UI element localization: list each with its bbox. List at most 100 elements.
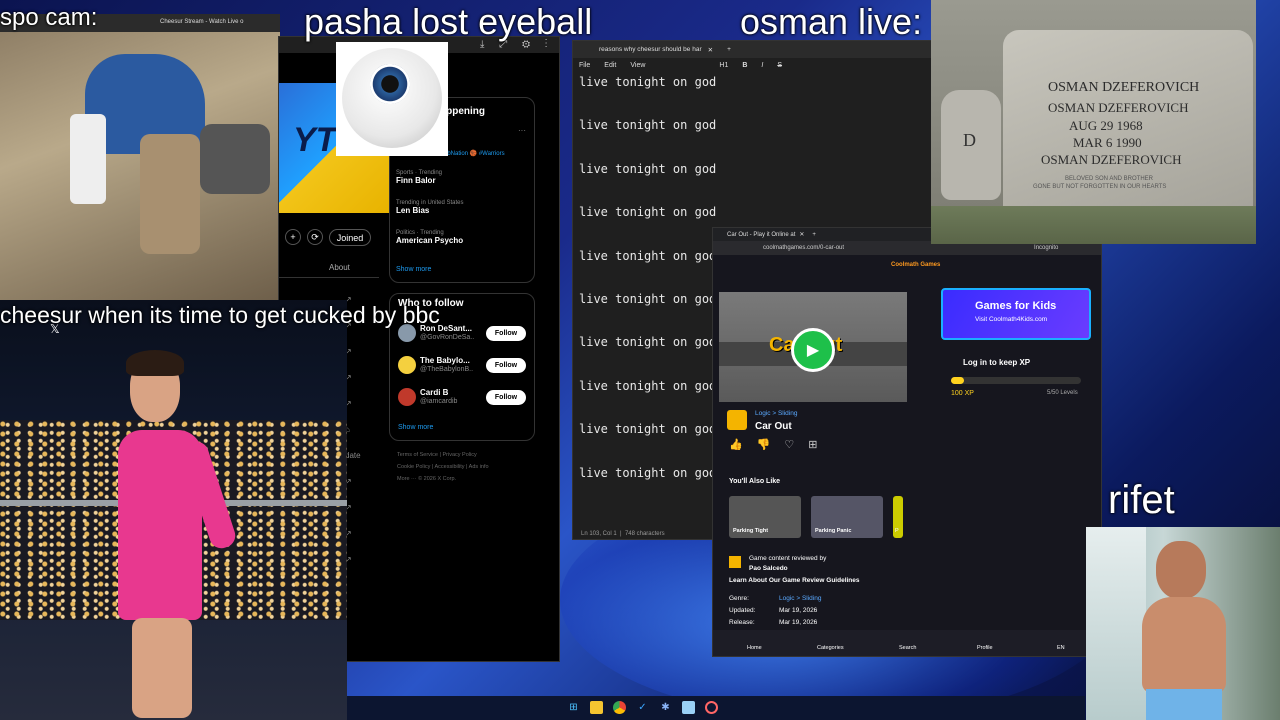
spo-cam-label: spo cam:	[0, 4, 98, 31]
close-icon[interactable]: ✕	[799, 231, 804, 238]
doc-line[interactable]: live tonight on god	[579, 422, 716, 436]
chrome-icon[interactable]	[613, 701, 626, 714]
rating-icons[interactable]: 👍👎♡⊞	[729, 438, 831, 451]
follow-button[interactable]: Follow	[486, 358, 526, 373]
recording-icon[interactable]	[705, 701, 718, 714]
suggested-game-card[interactable]: P	[893, 496, 903, 538]
promo-subtitle: Visit Coolmath4Kids.com	[975, 316, 1048, 323]
play-button[interactable]: ▶	[791, 328, 835, 372]
person-legs	[132, 618, 192, 718]
doc-line[interactable]: live tonight on god	[579, 162, 716, 176]
new-tab-icon[interactable]: +	[727, 46, 731, 53]
nav-language[interactable]: EN	[1057, 645, 1065, 651]
person-torso	[1142, 597, 1226, 693]
footer-link[interactable]: Cookie Policy	[397, 464, 430, 470]
new-tab-icon[interactable]: +	[812, 232, 816, 238]
nav-search[interactable]: Search	[899, 645, 916, 651]
windows-start-icon[interactable]: ⊞	[567, 701, 580, 714]
url-text[interactable]: coolmathgames.com/0-car-out	[763, 245, 844, 251]
person-hair	[126, 350, 184, 376]
footer-copyright: © 2026 X Corp.	[418, 476, 457, 482]
osman-label: osman live:	[740, 1, 923, 42]
doc-line[interactable]: live tonight on god	[579, 292, 716, 306]
heading-dropdown[interactable]: H1	[719, 62, 728, 69]
footer-link[interactable]: More ···	[397, 476, 417, 482]
detail-value[interactable]: Logic > Sliding	[779, 595, 821, 602]
login-prompt[interactable]: Log in to keep XP	[963, 358, 1030, 367]
swim-shorts	[1146, 689, 1222, 720]
account-avatar[interactable]	[398, 388, 416, 406]
doc-line[interactable]: live tonight on god	[579, 466, 716, 480]
coolmath-tab[interactable]: Car Out - Play it Online at	[727, 232, 795, 238]
vscode-icon[interactable]: ✓	[636, 701, 649, 714]
rifet-photo	[1086, 527, 1280, 720]
steam-icon[interactable]: ✱	[659, 701, 672, 714]
x-footer: Terms of Service | Privacy Policy Cookie…	[397, 452, 489, 482]
doc-line[interactable]: live tonight on god	[579, 335, 716, 349]
trend-item[interactable]: Politics · Trending American Psycho	[396, 230, 526, 245]
review-guidelines-link[interactable]: Learn About Our Game Review Guidelines	[729, 577, 860, 584]
doc-line[interactable]: live tonight on god	[579, 249, 716, 263]
footer-link[interactable]: Ads info	[469, 464, 489, 470]
follow-button[interactable]: Follow	[486, 390, 526, 405]
account-name[interactable]: The Babylo...	[420, 356, 470, 365]
footer-link[interactable]: Terms of Service	[397, 452, 438, 458]
trend-item[interactable]: Sports · Trending Finn Balor	[396, 170, 526, 185]
review-line: Game content reviewed by	[749, 555, 827, 562]
rifet-label: rifet	[1108, 478, 1175, 522]
trend-name: Len Bias	[396, 206, 430, 215]
notifications-button[interactable]: ⟳	[307, 229, 323, 245]
suggested-game-label: Parking Panic	[815, 528, 852, 534]
suggested-game-card[interactable]: Parking Panic	[811, 496, 883, 538]
vase: D	[941, 90, 1001, 200]
footer-link[interactable]: Privacy Policy	[442, 452, 476, 458]
suggested-game-card[interactable]: Parking Tight	[729, 496, 801, 538]
account-name[interactable]: Cardi B	[420, 388, 448, 397]
game-preview[interactable]: Car Out ▶	[719, 292, 907, 402]
trend-item[interactable]: Trending in United States Len Bias	[396, 200, 526, 215]
vase-letter: D	[963, 130, 976, 150]
nav-profile[interactable]: Profile	[977, 645, 993, 651]
suggested-game-label: Parking Tight	[733, 528, 769, 534]
person-head	[1156, 541, 1206, 599]
close-icon[interactable]: ✕	[708, 46, 713, 54]
italic-button[interactable]: I	[761, 62, 763, 69]
show-more-trends[interactable]: Show more	[396, 266, 431, 273]
doc-line[interactable]: live tonight on god	[579, 379, 716, 393]
promo-banner[interactable]: Games for Kids Visit Coolmath4Kids.com	[941, 288, 1091, 340]
coolmath-logo[interactable]: Coolmath Games	[891, 262, 940, 268]
paper-towel	[70, 114, 106, 204]
bold-button[interactable]: B	[742, 62, 747, 69]
doc-line[interactable]: live tonight on god	[579, 205, 716, 219]
bottom-nav: Home Categories Search Profile EN	[713, 630, 1101, 656]
show-more-follow[interactable]: Show more	[398, 424, 433, 431]
footer-link[interactable]: Accessibility	[435, 464, 465, 470]
spo-browser-tab[interactable]: Cheesur Stream - Watch Live o	[160, 19, 243, 25]
notepad-icon[interactable]	[682, 701, 695, 714]
follow-button[interactable]: Follow	[486, 326, 526, 341]
nav-categories[interactable]: Categories	[817, 645, 844, 651]
xp-progress-fill	[951, 377, 964, 384]
taskbar: ⊞ ✓ ✱	[347, 696, 1085, 720]
menu-view[interactable]: View	[630, 62, 645, 69]
joined-button[interactable]: Joined	[329, 229, 371, 246]
suggested-game-label: P	[895, 528, 899, 534]
gravestone-line: OSMAN DZEFEROVICH	[1048, 100, 1189, 115]
doc-line[interactable]: live tonight on god	[579, 75, 716, 89]
doc-line[interactable]: live tonight on god	[579, 118, 716, 132]
menu-file[interactable]: File	[579, 62, 590, 69]
nav-home[interactable]: Home	[747, 645, 762, 651]
strike-button[interactable]: S	[777, 62, 782, 69]
file-explorer-icon[interactable]	[590, 701, 603, 714]
hashtag-text[interactable]: ubNation 🏀 #Warriors	[444, 150, 505, 157]
reviewer-name: Pao Salcedo	[749, 565, 788, 572]
more-icon[interactable]: ···	[518, 126, 526, 135]
about-tab[interactable]: About	[329, 263, 350, 272]
promo-title: Games for Kids	[975, 300, 1057, 312]
account-avatar[interactable]	[398, 356, 416, 374]
notepad-tab[interactable]: reasons why cheesur should be har ✕ +	[573, 41, 931, 58]
game-category[interactable]: Logic > Sliding	[755, 410, 797, 417]
add-person-button[interactable]: +	[285, 229, 301, 245]
account-handle: @GovRonDeSa..	[420, 334, 475, 341]
menu-edit[interactable]: Edit	[604, 62, 616, 69]
